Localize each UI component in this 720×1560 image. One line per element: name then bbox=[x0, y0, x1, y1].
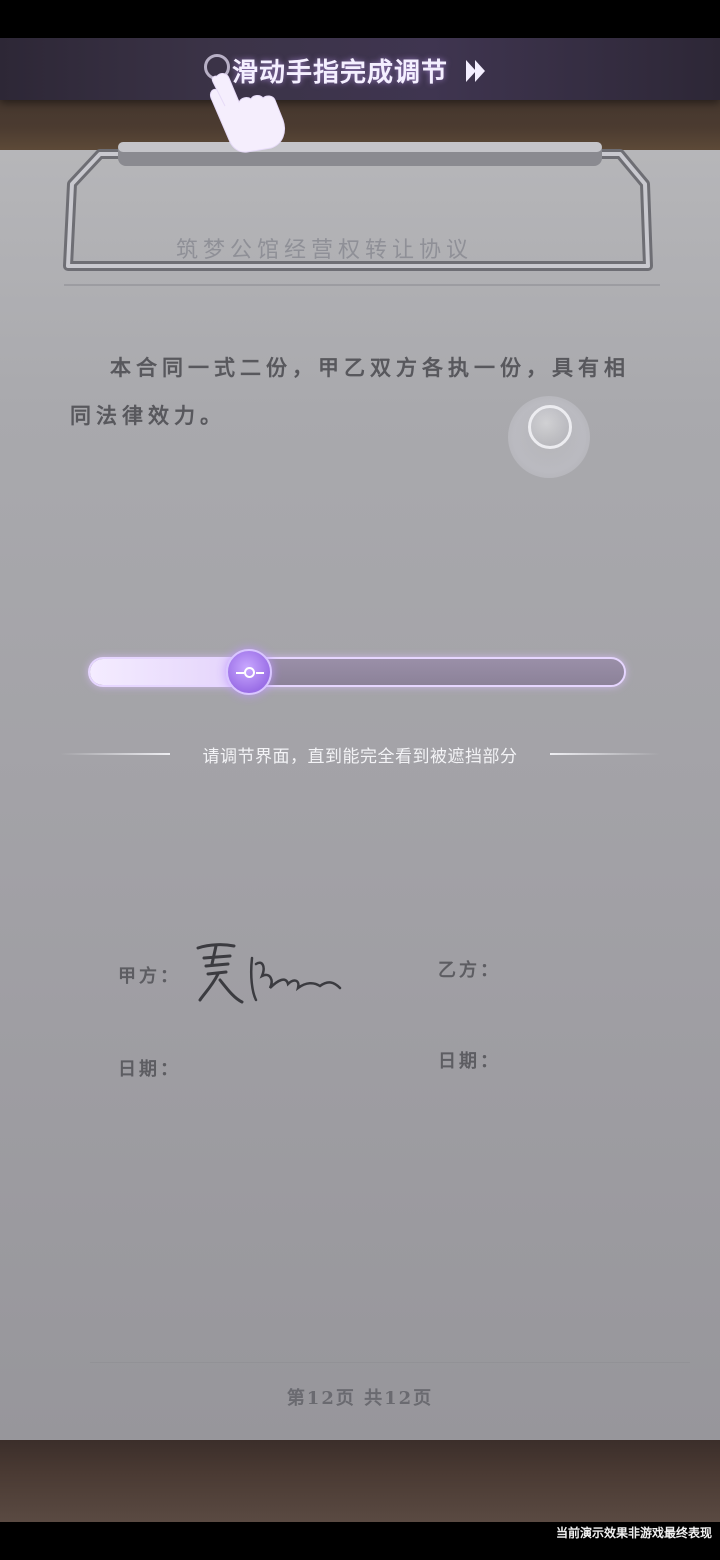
page-indicator: 第12页 共12页 bbox=[286, 1388, 434, 1409]
page-divider bbox=[90, 1362, 690, 1363]
slider-hint: 请调节界面，直到能完全看到被遮挡部分 bbox=[60, 740, 660, 768]
document-title: 筑梦公馆经营权转让协议 bbox=[176, 238, 474, 263]
party-a-date-label: 日期： bbox=[118, 1059, 181, 1080]
desk-background bbox=[0, 1440, 720, 1522]
party-b-label: 乙方： bbox=[438, 960, 501, 981]
fast-forward-icon bbox=[466, 60, 485, 82]
title-divider bbox=[64, 284, 660, 286]
party-a-signature bbox=[196, 943, 342, 1004]
party-b-date-label: 日期： bbox=[438, 1051, 501, 1072]
focus-circle-inner bbox=[528, 405, 572, 449]
hint-line-right bbox=[550, 753, 660, 755]
pointing-hand-icon bbox=[210, 73, 285, 153]
brightness-slider-track[interactable] bbox=[88, 657, 626, 687]
party-a-label: 甲方： bbox=[118, 966, 181, 987]
focus-circle-icon[interactable] bbox=[508, 396, 590, 478]
demo-disclaimer: 当前演示效果非游戏最终表现 bbox=[555, 1526, 712, 1540]
